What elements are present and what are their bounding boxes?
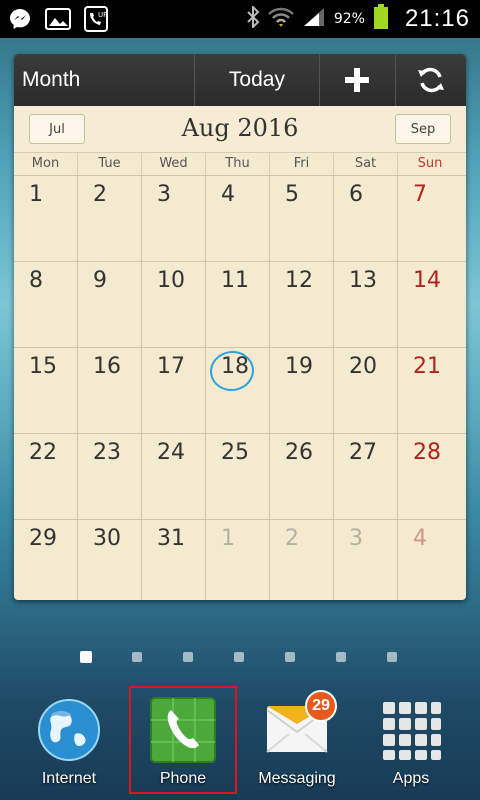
weekday-label: Thu — [206, 153, 270, 175]
app-label: Internet — [41, 770, 97, 787]
battery-percent: 92% — [333, 11, 365, 27]
day-cell-sunday[interactable]: 14 — [398, 262, 462, 347]
weekday-label: Fri — [270, 153, 334, 175]
view-mode-button[interactable]: Month — [14, 54, 196, 106]
weekday-label: Mon — [14, 153, 78, 175]
page-indicator — [0, 650, 480, 664]
clock: 21:16 — [404, 5, 470, 32]
week-row: 29 30 31 1 2 3 4 — [14, 519, 466, 600]
day-cell[interactable]: 19 — [270, 348, 334, 433]
day-cell[interactable]: 6 — [334, 176, 398, 261]
voicemail-icon: UP — [82, 5, 110, 33]
day-cell[interactable]: 27 — [334, 434, 398, 519]
app-label: Messaging — [258, 770, 336, 787]
week-row: 8 9 10 11 12 13 14 — [14, 261, 466, 347]
refresh-icon — [418, 67, 445, 93]
day-cell[interactable]: 16 — [78, 348, 142, 433]
refresh-button[interactable] — [396, 54, 466, 106]
page-dot[interactable] — [285, 652, 295, 662]
page-dot[interactable] — [336, 652, 346, 662]
day-cell[interactable]: 1 — [14, 176, 78, 261]
unread-badge: 29 — [305, 690, 337, 722]
week-row: 15 16 17 18 19 20 21 — [14, 347, 466, 433]
week-row: 1 2 3 4 5 6 7 — [14, 175, 466, 261]
day-cell[interactable]: 20 — [334, 348, 398, 433]
day-cell-sunday[interactable]: 28 — [398, 434, 462, 519]
day-cell[interactable]: 30 — [78, 520, 142, 600]
day-cell[interactable]: 25 — [206, 434, 270, 519]
day-cell[interactable]: 31 — [142, 520, 206, 600]
svg-text:UP: UP — [98, 11, 107, 19]
day-cell-next-month[interactable]: 2 — [270, 520, 334, 600]
page-dot[interactable] — [387, 652, 397, 662]
month-header: Jul Aug 2016 Sep — [14, 106, 466, 152]
day-cell[interactable]: 23 — [78, 434, 142, 519]
today-marker — [207, 348, 257, 394]
day-cell[interactable]: 5 — [270, 176, 334, 261]
weekday-label: Sat — [334, 153, 398, 175]
calendar-grid: 1 2 3 4 5 6 7 8 9 10 11 12 13 14 15 16 1… — [14, 175, 466, 600]
bluetooth-icon — [246, 4, 260, 32]
day-cell[interactable]: 22 — [14, 434, 78, 519]
weekday-label: Tue — [78, 153, 142, 175]
day-cell[interactable]: 11 — [206, 262, 270, 347]
status-bar: UP 92% 21:16 — [0, 0, 480, 38]
day-cell[interactable]: 15 — [14, 348, 78, 433]
calendar-toolbar: Month Today — [14, 54, 466, 106]
day-cell[interactable]: 13 — [334, 262, 398, 347]
day-cell[interactable]: 10 — [142, 262, 206, 347]
day-cell-next-month[interactable]: 1 — [206, 520, 270, 600]
wifi-icon — [267, 6, 294, 32]
add-event-button[interactable] — [320, 54, 397, 106]
page-dot-active[interactable] — [80, 651, 92, 663]
weekday-label: Wed — [142, 153, 206, 175]
page-dot[interactable] — [234, 652, 244, 662]
next-month-button[interactable]: Sep — [395, 114, 451, 144]
selection-highlight — [129, 686, 237, 794]
day-cell[interactable]: 8 — [14, 262, 78, 347]
week-row: 22 23 24 25 26 27 28 — [14, 433, 466, 519]
page-dot[interactable] — [132, 652, 142, 662]
day-cell[interactable]: 3 — [142, 176, 206, 261]
day-cell[interactable]: 2 — [78, 176, 142, 261]
app-label: Apps — [392, 770, 430, 787]
day-cell[interactable]: 26 — [270, 434, 334, 519]
battery-icon — [373, 4, 389, 34]
day-cell[interactable]: 12 — [270, 262, 334, 347]
day-cell[interactable]: 17 — [142, 348, 206, 433]
day-cell[interactable]: 24 — [142, 434, 206, 519]
day-cell[interactable]: 4 — [206, 176, 270, 261]
day-cell-sunday[interactable]: 7 — [398, 176, 462, 261]
signal-icon — [302, 6, 326, 32]
globe-icon — [38, 699, 100, 761]
page-dot[interactable] — [183, 652, 193, 662]
plus-icon — [345, 68, 370, 92]
day-cell-today[interactable]: 18 — [206, 348, 270, 433]
app-dock: Internet Phone Messaging Apps — [0, 690, 480, 800]
messenger-icon — [6, 5, 34, 33]
weekday-label-sunday: Sun — [417, 156, 443, 171]
gallery-icon — [44, 5, 72, 33]
day-cell-next-month-sunday[interactable]: 4 — [398, 520, 462, 600]
calendar-widget: Month Today Jul Aug 2016 Sep Mon Tue Wed… — [14, 54, 466, 600]
today-button[interactable]: Today — [195, 54, 320, 106]
day-cell-sunday[interactable]: 21 — [398, 348, 462, 433]
day-cell[interactable]: 29 — [14, 520, 78, 600]
day-cell[interactable]: 9 — [78, 262, 142, 347]
grid-icon — [383, 702, 441, 760]
weekday-header: Mon Tue Wed Thu Fri Sat Sun — [14, 152, 466, 175]
day-cell-next-month[interactable]: 3 — [334, 520, 398, 600]
